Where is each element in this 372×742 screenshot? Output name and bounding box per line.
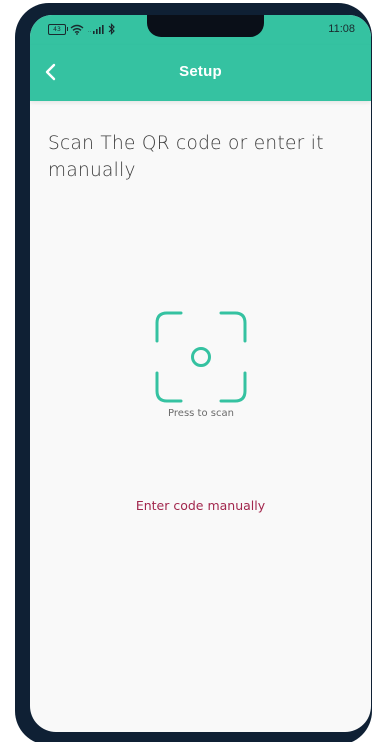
bluetooth-icon — [108, 23, 115, 35]
scan-qr-button[interactable]: Press to scan — [148, 305, 254, 425]
svg-text:..: .. — [88, 28, 92, 34]
status-time: 11:08 — [328, 23, 355, 35]
app-bar: Setup — [30, 45, 371, 101]
instruction-text: Scan The QR code or enter it manually — [48, 133, 324, 181]
signal-icon: .. — [88, 24, 104, 34]
battery-icon: 43 — [48, 23, 68, 35]
page: 43 .. 11:08 Setup Scan The QR code or en… — [0, 0, 372, 742]
status-icons: 43 .. — [48, 21, 116, 37]
enter-code-manually-link[interactable]: Enter code manually — [30, 498, 371, 513]
camera-notch — [147, 15, 264, 37]
phone-screen: 43 .. 11:08 Setup Scan The QR code or en… — [30, 15, 371, 732]
scan-label: Press to scan — [168, 408, 234, 419]
page-title: Setup — [179, 63, 222, 80]
qr-scan-icon — [155, 311, 247, 403]
wifi-icon — [70, 24, 84, 35]
status-bar: 43 .. 11:08 — [30, 15, 371, 45]
